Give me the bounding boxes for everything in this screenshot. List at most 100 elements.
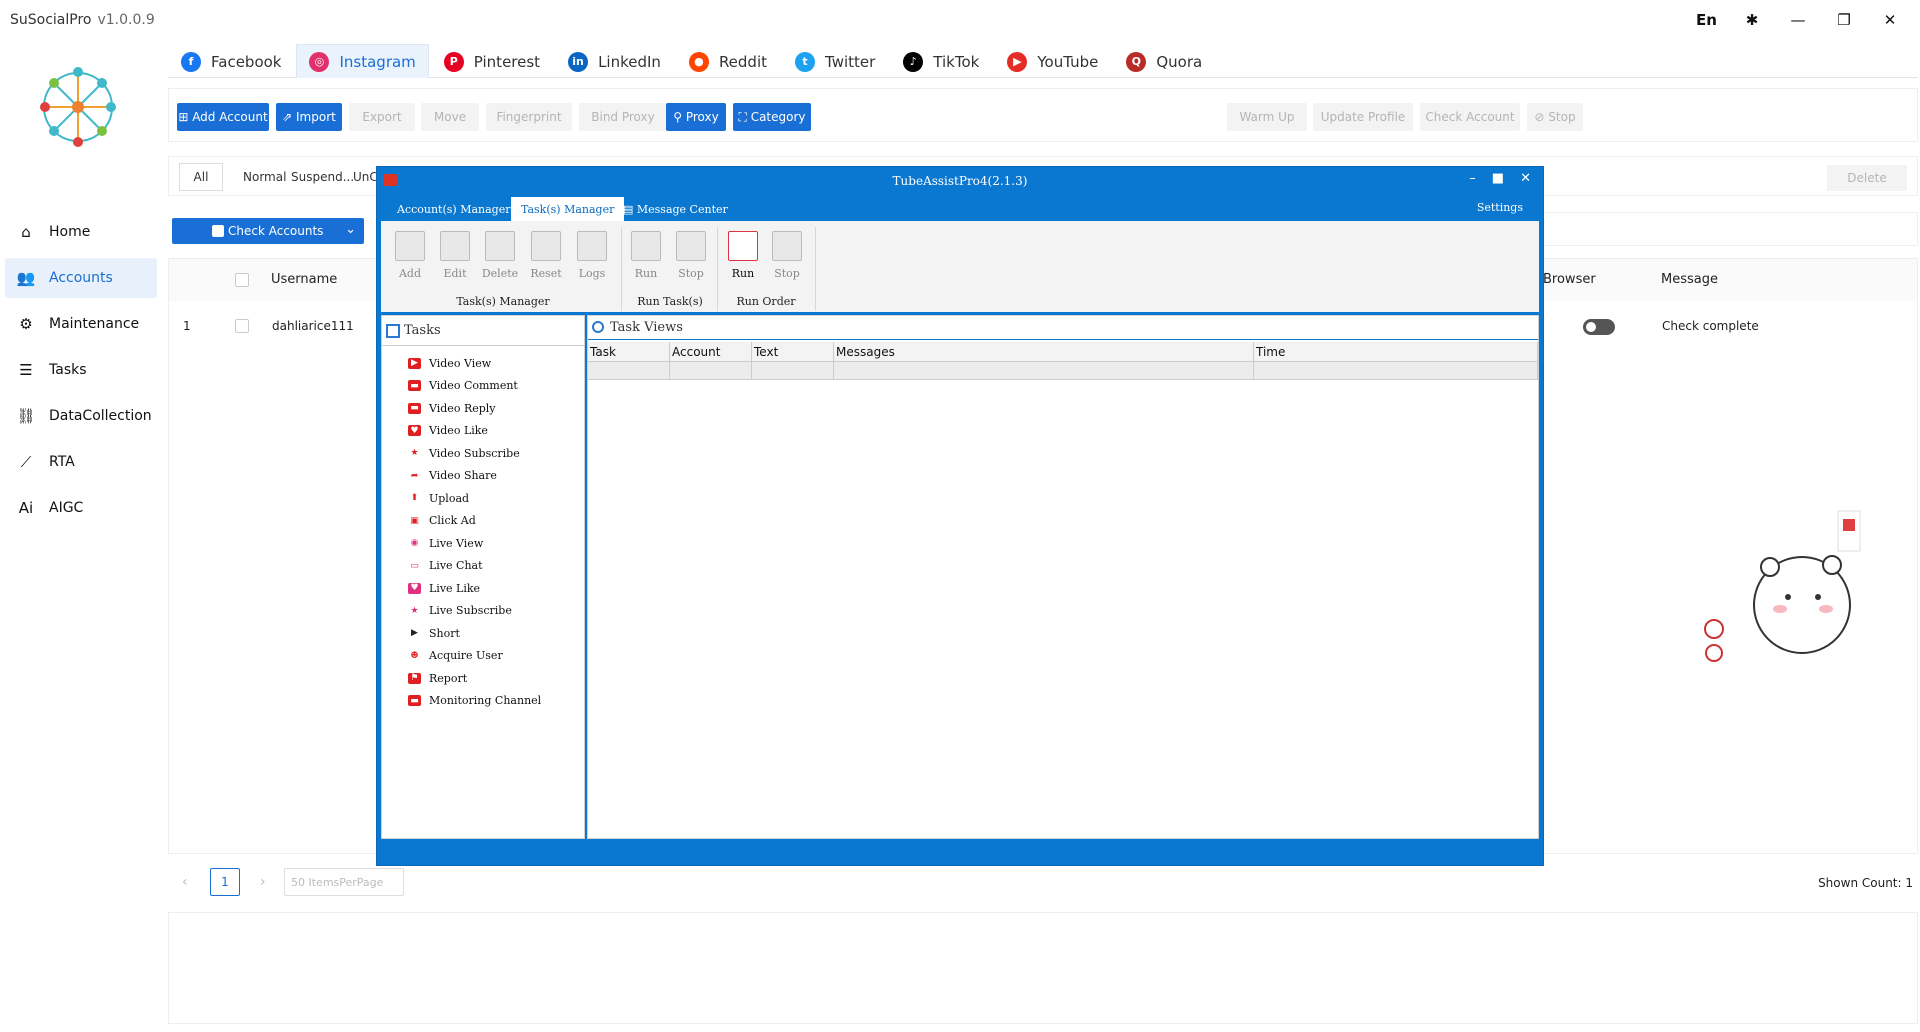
prev-page-icon[interactable]: ‹ xyxy=(182,874,188,890)
proxy-button[interactable]: ⚲ Proxy xyxy=(666,103,726,131)
edit-task-button[interactable]: Edit xyxy=(436,231,474,280)
tab-pinterest[interactable]: P Pinterest xyxy=(431,44,553,78)
task-item-monitoring-channel[interactable]: ▬ Monitoring Channel xyxy=(382,690,584,713)
filter-cell[interactable] xyxy=(670,362,752,380)
search-bar[interactable] xyxy=(1520,212,1918,246)
stop-order-button[interactable]: Stop xyxy=(768,231,806,280)
task-item-live-view[interactable]: ◉ Live View xyxy=(382,532,584,555)
next-page-icon[interactable]: › xyxy=(260,874,266,890)
filter-normal-tab[interactable]: Normal xyxy=(243,163,286,191)
close-icon[interactable]: ✕ xyxy=(1880,11,1900,29)
fingerprint-button[interactable]: Fingerprint xyxy=(486,103,572,131)
tab-facebook[interactable]: f Facebook xyxy=(168,44,294,78)
filter-unc-tab[interactable]: UnC xyxy=(353,163,378,191)
stop-button[interactable]: ⊘ Stop xyxy=(1527,103,1583,131)
filter-cell[interactable] xyxy=(588,362,670,380)
dialog-settings-link[interactable]: Settings xyxy=(1477,201,1523,214)
filter-cell[interactable] xyxy=(834,362,1254,380)
sidebar-item-home[interactable]: ⌂ Home xyxy=(5,212,157,252)
sidebar-item-maintenance[interactable]: ⚙ Maintenance xyxy=(5,304,157,344)
delete-task-button[interactable]: Delete xyxy=(481,231,519,280)
col-time[interactable]: Time xyxy=(1254,342,1538,362)
task-item-live-chat[interactable]: ▭ Live Chat xyxy=(382,555,584,578)
sidebar-item-datacollection[interactable]: ⛓ DataCollection xyxy=(5,396,157,436)
warm-up-button[interactable]: Warm Up xyxy=(1227,103,1307,131)
task-item-video-view[interactable]: ▶ Video View xyxy=(382,352,584,375)
delete-button[interactable]: Delete xyxy=(1827,165,1907,191)
task-item-video-share[interactable]: ➦ Video Share xyxy=(382,465,584,488)
dialog-maximize-icon[interactable]: ■ xyxy=(1492,171,1504,186)
filter-suspended-tab[interactable]: Suspend... xyxy=(291,163,354,191)
run-order-button[interactable]: Run xyxy=(724,231,762,280)
task-item-live-subscribe[interactable]: ★ Live Subscribe xyxy=(382,600,584,623)
language-switch[interactable]: En xyxy=(1696,11,1717,29)
logs-button[interactable]: Logs xyxy=(573,231,611,280)
task-item-video-reply[interactable]: ▬ Video Reply xyxy=(382,397,584,420)
tab-instagram[interactable]: ◎ Instagram xyxy=(296,44,429,78)
task-item-acquire-user[interactable]: ☻ Acquire User xyxy=(382,645,584,668)
video-view-icon: ▶ xyxy=(408,357,421,369)
tab-youtube[interactable]: ▶ YouTube xyxy=(994,44,1111,78)
col-account[interactable]: Account xyxy=(670,342,752,362)
update-profile-button[interactable]: Update Profile xyxy=(1313,103,1413,131)
sidebar-item-accounts[interactable]: 👥 Accounts xyxy=(5,258,157,298)
filter-all-tab[interactable]: All xyxy=(179,163,223,191)
col-task[interactable]: Task xyxy=(588,342,670,362)
task-item-label: Video Reply xyxy=(429,401,496,415)
row-username: dahliarice111 xyxy=(272,319,354,333)
stop-tasks-button[interactable]: Stop xyxy=(672,231,710,280)
log-panel xyxy=(168,912,1918,1024)
items-per-page-select[interactable]: 50 ItemsPerPage xyxy=(284,868,404,896)
proxy-icon: ⚲ xyxy=(673,110,686,124)
browser-toggle[interactable] xyxy=(1583,319,1615,335)
filter-cell[interactable] xyxy=(752,362,834,380)
check-account-button[interactable]: Check Account xyxy=(1420,103,1520,131)
tab-tasks-manager[interactable]: Task(s) Manager xyxy=(511,197,625,221)
sidebar-item-rta[interactable]: ⟋ RTA xyxy=(5,442,157,482)
task-item-report[interactable]: ⚑ Report xyxy=(382,667,584,690)
task-item-upload[interactable]: ⬆ Upload xyxy=(382,487,584,510)
restore-icon[interactable]: ❐ xyxy=(1834,11,1854,29)
import-button[interactable]: ⇗ Import xyxy=(276,103,342,131)
select-all-checkbox[interactable] xyxy=(235,273,249,287)
col-text[interactable]: Text xyxy=(752,342,834,362)
export-button[interactable]: Export xyxy=(349,103,415,131)
tab-twitter[interactable]: t Twitter xyxy=(782,44,888,78)
filter-cell[interactable] xyxy=(1254,362,1538,380)
tab-quora[interactable]: Q Quora xyxy=(1113,44,1215,78)
tab-accounts-manager[interactable]: Account(s) Manager xyxy=(387,197,520,221)
bind-proxy-button[interactable]: Bind Proxy xyxy=(579,103,667,131)
row-checkbox[interactable] xyxy=(235,319,249,333)
task-item-video-comment[interactable]: ▬ Video Comment xyxy=(382,375,584,398)
reset-task-button[interactable]: Reset xyxy=(527,231,565,280)
task-item-live-like[interactable]: ♥ Live Like xyxy=(382,577,584,600)
dialog-minimize-icon[interactable]: – xyxy=(1469,171,1476,186)
monitoring-channel-icon: ▬ xyxy=(408,695,421,707)
task-views-header: Task Views xyxy=(588,316,1538,340)
minimize-icon[interactable]: — xyxy=(1788,11,1808,29)
tab-reddit[interactable]: ● Reddit xyxy=(676,44,780,78)
page-1-button[interactable]: 1 xyxy=(210,868,240,896)
task-item-video-subscribe[interactable]: ★ Video Subscribe xyxy=(382,442,584,465)
twitter-icon: t xyxy=(795,51,816,72)
col-messages[interactable]: Messages xyxy=(834,342,1254,362)
tab-tiktok[interactable]: ♪ TikTok xyxy=(890,44,992,78)
run-tasks-button[interactable]: Run xyxy=(627,231,665,280)
dialog-close-icon[interactable]: ✕ xyxy=(1520,171,1531,186)
sidebar-item-label: Maintenance xyxy=(49,316,140,332)
category-button[interactable]: ⛶ Category xyxy=(733,103,811,131)
move-button[interactable]: Move xyxy=(421,103,479,131)
sidebar-item-aigc[interactable]: Ai AIGC xyxy=(5,488,157,528)
tab-message-center[interactable]: ▤ Message Center xyxy=(613,197,738,221)
task-item-video-like[interactable]: ♥ Video Like xyxy=(382,420,584,443)
video-like-icon: ♥ xyxy=(408,425,421,437)
task-item-click-ad[interactable]: ▣ Click Ad xyxy=(382,510,584,533)
task-item-short[interactable]: ▶ Short xyxy=(382,622,584,645)
sidebar-item-tasks[interactable]: ☰ Tasks xyxy=(5,350,157,390)
sidebar-nav: ⌂ Home 👥 Accounts ⚙ Maintenance ☰ Tasks ⛓ DataCol… xyxy=(5,212,157,534)
settings-gear-icon[interactable]: ✱ xyxy=(1742,11,1762,29)
add-task-button[interactable]: Add xyxy=(391,231,429,280)
add-account-button[interactable]: ⊞ Add Account xyxy=(177,103,269,131)
check-accounts-dropdown[interactable]: Check Accounts ⌄ xyxy=(172,218,364,244)
tab-linkedin[interactable]: in LinkedIn xyxy=(555,44,674,78)
